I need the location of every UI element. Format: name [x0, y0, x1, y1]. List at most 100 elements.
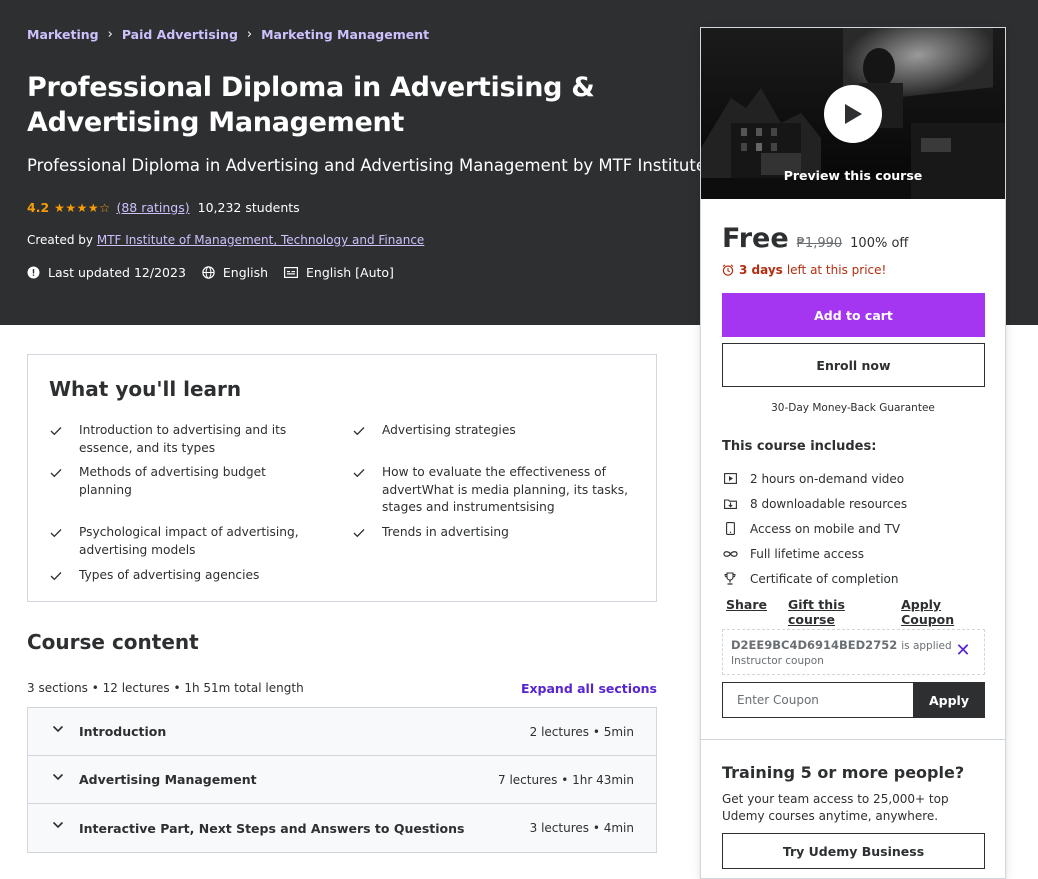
course-content-title: Course content	[27, 630, 199, 654]
learn-item: Trends in advertising	[353, 524, 633, 544]
enroll-now-button[interactable]: Enroll now	[722, 343, 985, 387]
price-timer: 3 days left at this price!	[722, 263, 886, 277]
divider	[701, 739, 1005, 740]
students-count: 10,232 students	[197, 200, 300, 215]
timer-text: left at this price!	[786, 263, 887, 277]
learn-item: Types of advertising agencies	[50, 567, 320, 587]
includes-item: 2 hours on-demand video	[722, 466, 907, 491]
star-rating-icon: ★★★★☆	[54, 200, 111, 215]
includes-item: Full lifetime access	[722, 541, 907, 566]
course-sections: Introduction 2 lectures • 5min Advertisi…	[27, 707, 657, 853]
play-button[interactable]	[824, 85, 882, 143]
section-meta: 7 lectures • 1hr 43min	[498, 772, 634, 787]
what-youll-learn: What you'll learn Introduction to advert…	[27, 354, 657, 602]
coupon-input[interactable]	[722, 682, 914, 718]
includes-text: Full lifetime access	[750, 546, 864, 561]
course-preview[interactable]: Preview this course	[701, 28, 1005, 199]
remove-coupon-close-icon[interactable]: ✕	[954, 642, 972, 660]
learn-item-text: Types of advertising agencies	[79, 568, 260, 582]
infinity-icon	[722, 550, 738, 558]
includes-text: 2 hours on-demand video	[750, 471, 905, 486]
includes-text: Certificate of completion	[750, 571, 899, 586]
coupon-applied-text: is applied	[901, 640, 952, 652]
captions-text: English [Auto]	[306, 265, 394, 280]
instructor-link[interactable]: MTF Institute of Management, Technology …	[97, 233, 424, 247]
purchase-sidebar: Preview this course Free ₱1,990 100% off…	[700, 27, 1006, 879]
learn-item: Psychological impact of advertising, adv…	[50, 524, 320, 559]
includes-item: 8 downloadable resources	[722, 491, 907, 516]
current-price: Free	[722, 223, 789, 254]
language: English	[202, 265, 268, 280]
training-description: Get your team access to 25,000+ top Udem…	[722, 792, 949, 823]
includes-item: Certificate of completion	[722, 566, 907, 591]
chevron-down-icon	[52, 821, 64, 829]
coupon-type: Instructor coupon	[731, 655, 824, 667]
add-to-cart-button[interactable]: Add to cart	[722, 293, 985, 337]
try-udemy-business-button[interactable]: Try Udemy Business	[722, 833, 985, 869]
course-content-stats: 3 sections • 12 lectures • 1h 51m total …	[27, 681, 304, 695]
share-button[interactable]: Share	[726, 597, 767, 627]
learn-item: Methods of advertising budget planning	[50, 464, 320, 499]
includes-list: 2 hours on-demand video 8 downloadable r…	[722, 466, 907, 591]
section-meta: 3 lectures • 4min	[529, 821, 634, 835]
includes-text: Access on mobile and TV	[750, 521, 901, 536]
learn-item-text: Methods of advertising budget planning	[79, 465, 266, 497]
learn-item: How to evaluate the effectiveness of adv…	[353, 464, 633, 517]
check-icon	[50, 464, 64, 499]
chevron-down-icon	[52, 773, 64, 781]
learn-item-text: Trends in advertising	[382, 525, 509, 539]
breadcrumb-marketing-management[interactable]: Marketing Management	[261, 27, 429, 42]
rating-row: 4.2 ★★★★☆ (88 ratings) 10,232 students	[27, 200, 300, 215]
play-icon	[845, 104, 862, 124]
coupon-code-line: D2EE9BC4D6914BED2752 is applied	[731, 638, 952, 652]
learn-item: Introduction to advertising and its esse…	[50, 422, 320, 457]
check-icon	[50, 422, 64, 457]
alarm-clock-icon	[722, 264, 734, 276]
created-by-label: Created by	[27, 233, 94, 247]
last-updated: Last updated 12/2023	[27, 265, 186, 280]
preview-label: Preview this course	[783, 168, 923, 183]
section-row[interactable]: Advertising Management 7 lectures • 1hr …	[28, 756, 656, 804]
includes-title: This course includes:	[722, 439, 877, 454]
download-icon	[722, 498, 738, 509]
mobile-icon	[722, 522, 738, 535]
apply-coupon-button[interactable]: Apply	[913, 682, 985, 718]
course-meta: Last updated 12/2023 English English [Au…	[27, 265, 410, 280]
section-row[interactable]: Interactive Part, Next Steps and Answers…	[28, 804, 656, 852]
breadcrumb-paid-advertising[interactable]: Paid Advertising	[122, 27, 238, 42]
learn-item-text: Advertising strategies	[382, 423, 516, 437]
course-actions: Share Gift this course Apply Coupon	[726, 597, 1005, 627]
course-subtitle: Professional Diploma in Advertising and …	[27, 156, 707, 175]
breadcrumb-marketing[interactable]: Marketing	[27, 27, 99, 42]
check-icon	[50, 567, 64, 587]
rating-value: 4.2	[27, 200, 50, 215]
section-row[interactable]: Introduction 2 lectures • 5min	[28, 708, 656, 756]
section-title: Introduction	[79, 724, 167, 739]
expand-all-sections-button[interactable]: Expand all sections	[521, 681, 657, 696]
gift-course-button[interactable]: Gift this course	[788, 597, 880, 627]
check-icon	[353, 464, 367, 517]
section-meta: 2 lectures • 5min	[529, 724, 634, 739]
check-icon	[50, 524, 64, 559]
language-text: English	[222, 265, 269, 280]
chevron-right-icon: ›	[246, 27, 253, 42]
includes-text: 8 downloadable resources	[750, 496, 908, 511]
section-title: Advertising Management	[79, 772, 257, 787]
learn-item: Advertising strategies	[353, 422, 633, 442]
created-by: Created by MTF Institute of Management, …	[27, 233, 424, 247]
chevron-right-icon: ›	[107, 27, 113, 42]
price-row: Free ₱1,990 100% off	[722, 223, 908, 254]
video-icon	[722, 473, 738, 484]
chevron-down-icon	[52, 725, 64, 733]
ratings-count-link[interactable]: (88 ratings)	[116, 200, 189, 215]
last-updated-text: Last updated 12/2023	[48, 265, 186, 280]
learn-title: What you'll learn	[49, 377, 242, 401]
learn-item-text: Psychological impact of advertising, adv…	[79, 525, 299, 557]
apply-coupon-link[interactable]: Apply Coupon	[901, 597, 984, 627]
trophy-icon	[722, 572, 738, 585]
alert-badge-icon	[27, 266, 40, 279]
check-icon	[353, 422, 367, 442]
includes-item: Access on mobile and TV	[722, 516, 907, 541]
timer-days: 3 days	[739, 263, 783, 277]
captions: English [Auto]	[284, 265, 394, 280]
